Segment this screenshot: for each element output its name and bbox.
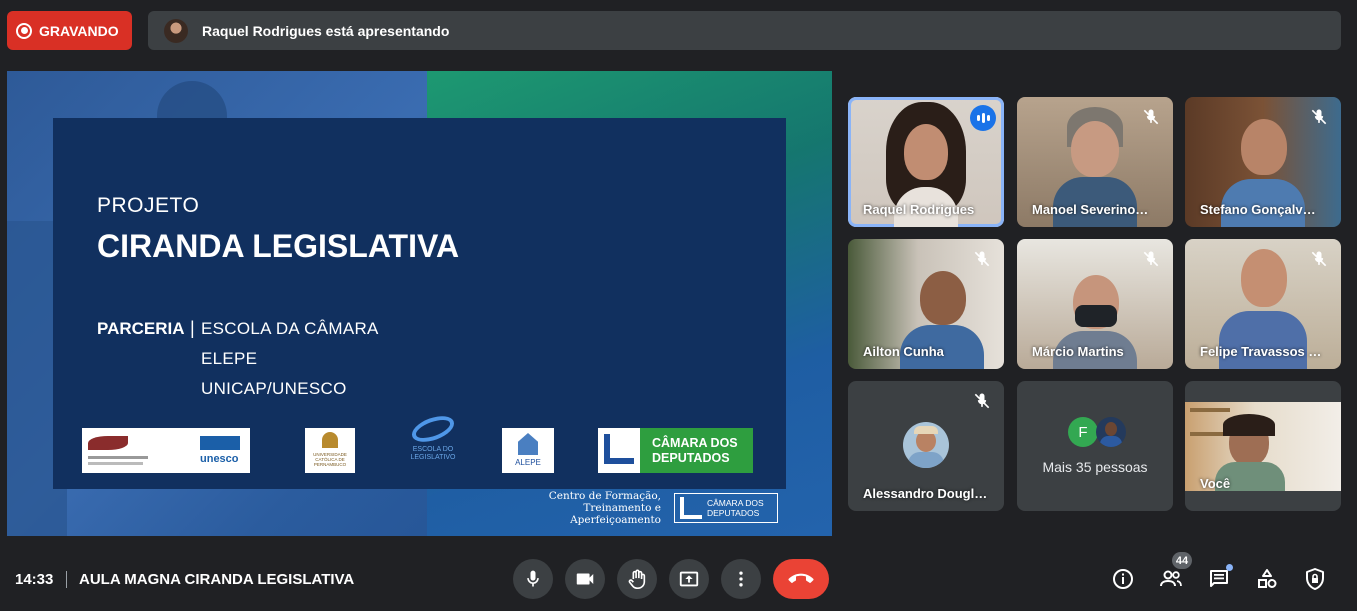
raise-hand-button[interactable]	[617, 559, 657, 599]
alepe-logo: ALEPE	[502, 428, 554, 473]
participant-name: Ailton Cunha	[863, 344, 944, 359]
slide-partner: ELEPE	[201, 349, 258, 368]
participant-name: Márcio Martins	[1032, 344, 1124, 359]
people-icon	[1160, 570, 1182, 587]
avatar	[1096, 417, 1126, 447]
participant-tile[interactable]: Alessandro Dougl…	[848, 381, 1004, 511]
catolica-text: UNIVERSIDADE CATÓLICA DE PERNAMBUCO	[313, 452, 347, 467]
activities-icon	[1258, 569, 1277, 588]
shared-screen: PROJETO CIRANDA LEGISLATIVA PARCERIA | E…	[7, 71, 832, 536]
people-count-badge: 44	[1172, 552, 1192, 569]
camera-button[interactable]	[565, 559, 605, 599]
mic-off-icon	[1311, 109, 1327, 125]
shield-lock-icon	[1306, 568, 1324, 590]
videocam-icon	[576, 573, 594, 585]
presenter-avatar	[164, 18, 188, 43]
participant-tile[interactable]: Manoel Severino…	[1017, 97, 1173, 227]
mic-off-icon	[1311, 251, 1327, 267]
mic-off-icon	[1143, 251, 1159, 267]
more-people-tile[interactable]: F Mais 35 pessoas	[1017, 381, 1173, 511]
more-people-label: Mais 35 pessoas	[1042, 459, 1148, 475]
people-button[interactable]	[1158, 566, 1184, 592]
present-screen-icon	[679, 571, 699, 587]
meeting-details-button[interactable]	[1110, 566, 1136, 592]
info-icon	[1113, 569, 1133, 589]
slide-title: CIRANDA LEGISLATIVA	[97, 228, 460, 264]
participant-tile[interactable]: Felipe Travassos …	[1185, 239, 1341, 369]
divider	[66, 571, 67, 588]
participant-tile[interactable]: Raquel Rodrigues	[848, 97, 1004, 227]
microphone-button[interactable]	[513, 559, 553, 599]
speaking-indicator-icon	[970, 105, 996, 131]
slide-card: PROJETO CIRANDA LEGISLATIVA PARCERIA | E…	[53, 118, 786, 489]
avatar: F	[1068, 417, 1098, 447]
slide-partner: ESCOLA DA CÂMARA	[201, 319, 379, 338]
chat-notification-dot	[1226, 564, 1233, 571]
slide-footer-text: Centro de Formação, Treinamento e Aperfe…	[548, 490, 661, 526]
activities-button[interactable]	[1254, 566, 1280, 592]
participant-tile[interactable]: Ailton Cunha	[848, 239, 1004, 369]
participant-name: Você	[1200, 476, 1231, 491]
recording-button[interactable]: GRAVANDO	[7, 11, 132, 50]
catolica-logo: UNIVERSIDADE CATÓLICA DE PERNAMBUCO	[305, 428, 355, 473]
call-end-icon	[788, 573, 814, 583]
participant-tile[interactable]: Stefano Gonçalv…	[1185, 97, 1341, 227]
recording-label: GRAVANDO	[39, 22, 119, 39]
escola-text: ESCOLA DO LEGISLATIVO	[410, 446, 456, 461]
presenting-banner: Raquel Rodrigues está apresentando	[148, 11, 1341, 50]
hand-icon	[628, 569, 646, 589]
mic-off-icon	[974, 251, 990, 267]
alepe-text: ALEPE	[515, 458, 541, 467]
footer-camara-logo: CÂMARA DOS DEPUTADOS	[674, 493, 778, 523]
presenting-text: Raquel Rodrigues está apresentando	[202, 22, 450, 39]
participant-name: Stefano Gonçalv…	[1200, 202, 1316, 217]
participant-name: Alessandro Dougl…	[863, 486, 988, 501]
slide-partner: UNICAP/UNESCO	[201, 379, 347, 398]
chat-button[interactable]	[1206, 564, 1233, 592]
slide-projeto: PROJETO	[97, 194, 200, 217]
host-controls-button[interactable]	[1302, 566, 1328, 592]
mic-off-icon	[974, 393, 990, 409]
escola-legislativo-logo: ESCOLA DO LEGISLATIVO	[408, 411, 458, 468]
unesco-text: unesco	[200, 453, 239, 465]
camara-logo-text: CÂMARA DOS DEPUTADOS	[652, 435, 738, 465]
unesco-logo: unesco	[82, 428, 250, 473]
more-vert-icon	[739, 571, 743, 587]
mic-icon	[527, 570, 539, 587]
participant-name: Felipe Travassos …	[1200, 344, 1322, 359]
participant-tile[interactable]: Márcio Martins	[1017, 239, 1173, 369]
footer-logo-text: CÂMARA DOS DEPUTADOS	[707, 498, 764, 518]
participant-tile[interactable]: Você	[1185, 381, 1341, 511]
more-options-button[interactable]	[721, 559, 761, 599]
mic-off-icon	[1143, 109, 1159, 125]
camara-logo: CÂMARA DOS DEPUTADOS	[598, 428, 753, 473]
participant-name: Manoel Severino…	[1032, 202, 1149, 217]
present-button[interactable]	[669, 559, 709, 599]
meeting-title: AULA MAGNA CIRANDA LEGISLATIVA	[79, 571, 355, 588]
record-icon	[16, 22, 32, 39]
slide-parceria-label: PARCERIA	[97, 319, 185, 338]
avatar	[903, 422, 949, 468]
clock: 14:33	[15, 571, 54, 588]
leave-call-button[interactable]	[773, 559, 829, 599]
participant-name: Raquel Rodrigues	[863, 202, 975, 217]
slide-separator: |	[190, 318, 195, 338]
